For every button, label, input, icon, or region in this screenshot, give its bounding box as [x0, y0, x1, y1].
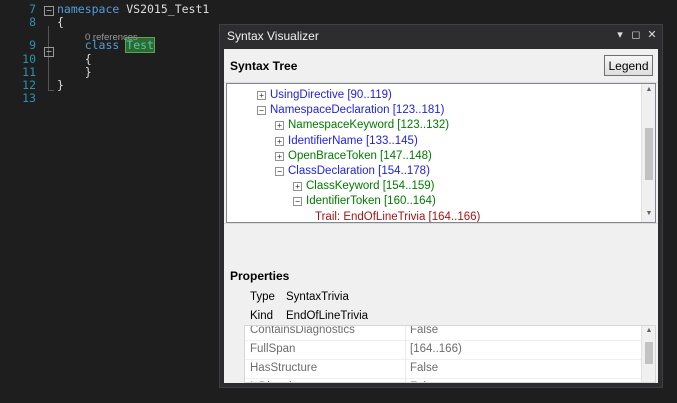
editor-scrollbar[interactable] [661, 0, 677, 403]
window-title: Syntax Visualizer [227, 29, 319, 43]
code-token: VS2015_Test1 [119, 2, 210, 16]
code-lens-references[interactable]: 0 references [85, 32, 138, 43]
tree-node-label: IdentifierName [133..145) [288, 134, 418, 147]
tree-node-label: ClassDeclaration [154..178) [288, 165, 430, 177]
tree-node-label: UsingDirective [90..119) [270, 89, 392, 101]
grid-scroll-thumb[interactable] [645, 342, 653, 364]
syntax-tree-title: Syntax Tree [230, 59, 298, 73]
property-name: IsDirective [250, 378, 304, 382]
scroll-down-icon[interactable]: ▼ [642, 210, 655, 217]
code-token: } [57, 78, 64, 92]
window-titlebar[interactable]: Syntax Visualizer ▾ ◻ ✕ [220, 25, 662, 47]
collapse-icon[interactable]: − [275, 167, 284, 176]
property-value: False [410, 325, 439, 336]
visualizer-content: Syntax Tree Legend + UsingDirective [90..… [224, 49, 658, 383]
expand-icon[interactable]: + [275, 151, 284, 161]
keyword-token: namespace [57, 2, 120, 16]
tree-scroll-thumb[interactable] [645, 128, 653, 180]
maximize-icon[interactable]: ◻ [629, 28, 643, 42]
code-token: { [57, 51, 92, 66]
type-label: Type [250, 291, 275, 303]
tree-node-label: NamespaceDeclaration [123..181) [270, 104, 445, 117]
expand-icon[interactable]: + [257, 91, 266, 100]
grid-column-divider [405, 326, 406, 382]
line-number: 13 [22, 91, 36, 106]
tree-node-label: OpenBraceToken [147..148) [288, 149, 432, 162]
property-row[interactable]: IsDirective False [245, 378, 641, 382]
kind-value: EndOfLineTrivia [286, 310, 369, 322]
code-text: } [57, 78, 64, 93]
collapse-namespace-icon[interactable]: − [44, 6, 54, 16]
scroll-up-icon[interactable]: ▲ [642, 86, 655, 93]
tree-node-label: IdentifierToken [160..164) [306, 195, 436, 208]
expand-icon[interactable]: + [293, 182, 302, 192]
expand-icon[interactable]: + [275, 121, 284, 131]
window-position-dropdown-icon[interactable]: ▾ [613, 28, 627, 42]
close-icon[interactable]: ✕ [645, 28, 659, 42]
syntax-tree-header: Syntax Tree Legend [224, 49, 658, 83]
collapse-class-icon[interactable]: − [44, 47, 54, 57]
kind-label: Kind [250, 310, 274, 322]
property-name: HasStructure [250, 362, 318, 374]
tree-node-label: NamespaceKeyword [123..132) [288, 119, 450, 132]
tree-scrollbar[interactable]: ▲ ▼ [641, 84, 655, 222]
syntax-visualizer-window: Syntax Visualizer ▾ ◻ ✕ Syntax Tree Lege… [219, 24, 663, 388]
grid-scroll-up-icon[interactable]: ▲ [642, 327, 655, 334]
fold-guide-end [48, 90, 54, 91]
pane-splitter[interactable] [224, 223, 658, 231]
properties-title: Properties [230, 269, 290, 283]
property-name: FullSpan [250, 343, 296, 355]
property-value: False [410, 378, 438, 382]
legend-button[interactable]: Legend [604, 55, 653, 76]
collapse-icon[interactable]: − [257, 106, 266, 116]
fold-guide [48, 26, 49, 90]
property-value: [164..166) [410, 343, 462, 355]
property-value: False [410, 362, 439, 374]
code-token: } [57, 64, 92, 79]
type-value: SyntaxTrivia [286, 291, 349, 303]
property-row[interactable]: ContainsDiagnostics False [245, 325, 641, 341]
property-grid[interactable]: ContainsDiagnostics False FullSpan [164..16… [244, 325, 656, 383]
code-token: { [57, 15, 64, 30]
property-grid-scrollbar[interactable]: ▲ [641, 326, 655, 382]
tree-node-label: Trail: EndOfLineTrivia [164..166) [315, 210, 481, 223]
code-text: namespace VS2015_Test1 [57, 2, 209, 17]
line-number: 8 [29, 15, 36, 30]
collapse-icon[interactable]: − [293, 197, 302, 207]
syntax-tree-view[interactable]: + UsingDirective [90..119) − NamespaceDecla… [226, 83, 656, 223]
property-row[interactable]: FullSpan [164..166) [245, 340, 641, 360]
expand-icon[interactable]: + [275, 136, 284, 146]
property-row[interactable]: HasStructure False [245, 359, 641, 379]
tree-node-label: ClassKeyword [154..159) [306, 180, 435, 193]
code-text: { [57, 15, 64, 30]
property-name: ContainsDiagnostics [250, 325, 355, 336]
